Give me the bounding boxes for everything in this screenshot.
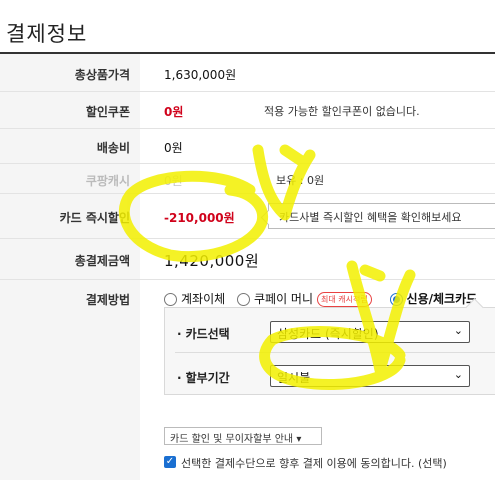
- agree-text: 선택한 결제수단으로 향후 결제 이용에 동의합니다. (선택): [181, 457, 447, 470]
- installment-dropdown[interactable]: 일시불 ⌄: [270, 365, 470, 387]
- card-discount-tooltip: 카드사별 즉시할인 혜택을 확인해보세요: [268, 203, 495, 229]
- shipping-value: 0원: [164, 141, 183, 155]
- coupon-note: 적용 가능한 할인쿠폰이 없습니다.: [264, 105, 420, 118]
- chevron-down-icon: ⌄: [453, 324, 463, 337]
- card-select-value: 삼성카드 (즉시할인): [277, 327, 379, 341]
- row-card-discount: 카드 즉시할인 -210,000원 카드사별 즉시할인 혜택을 확인해보세요: [0, 194, 495, 239]
- total-payment-label: 총결제금액: [0, 239, 140, 279]
- radio-credit-card[interactable]: [389, 293, 403, 306]
- discount-coupon-value: 0원: [164, 105, 184, 119]
- card-select-dropdown[interactable]: 삼성카드 (즉시할인) ⌄: [270, 321, 470, 343]
- discount-coupon-label: 할인쿠폰: [0, 92, 140, 128]
- total-price-label: 총상품가격: [0, 54, 140, 91]
- card-select-label: 카드선택: [177, 325, 230, 342]
- row-total-price: 총상품가격 1,630,000원: [0, 54, 495, 92]
- installment-label: 할부기간: [177, 369, 230, 386]
- card-discount-label: 카드 즉시할인: [0, 194, 140, 238]
- option-coupay-money[interactable]: 쿠페이 머니 최대 캐시적립: [237, 290, 378, 307]
- row-discount-coupon: 할인쿠폰 0원 적용 가능한 할인쿠폰이 없습니다.: [0, 92, 495, 129]
- option-bank-transfer[interactable]: 계좌이체: [164, 290, 225, 307]
- radio-bank-transfer[interactable]: [164, 293, 177, 306]
- agree-checkbox[interactable]: ✓: [164, 456, 176, 468]
- row-payment-method: 결제방법 계좌이체 쿠페이 머니최대 캐시적립 신용/체크카드 카드선택 삼성카…: [0, 280, 495, 480]
- coupang-cash-value: 0원: [164, 174, 183, 188]
- row-total-payment: 총결제금액 1,420,000원: [0, 239, 495, 280]
- triangle-down-icon: ▾: [296, 434, 302, 445]
- installment-value: 일시불: [277, 371, 311, 385]
- cash-reward-badge: 최대 캐시적립: [317, 292, 372, 307]
- coupang-cash-label: 쿠팡캐시: [0, 164, 140, 193]
- panel-divider: [175, 352, 495, 353]
- row-coupang-cash: 쿠팡캐시 0원 보유 : 0원: [0, 164, 495, 194]
- coupang-cash-balance: 보유 : 0원: [276, 174, 325, 187]
- payment-info-table: 총상품가격 1,630,000원 할인쿠폰 0원 적용 가능한 할인쿠폰이 없습…: [0, 54, 495, 480]
- option-credit-card[interactable]: 신용/체크카드: [389, 290, 477, 307]
- payment-method-label: 결제방법: [0, 280, 140, 480]
- payment-method-options: 계좌이체 쿠페이 머니 최대 캐시적립 신용/체크카드: [164, 290, 485, 307]
- total-payment-value: 1,420,000원: [164, 252, 260, 270]
- discount-guide-dropdown[interactable]: 카드 할인 및 무이자할부 안내 ▾: [164, 427, 322, 445]
- row-shipping: 배송비 0원: [0, 129, 495, 164]
- card-options-panel: 카드선택 삼성카드 (즉시할인) ⌄ 할부기간 일시불 ⌄: [164, 307, 495, 395]
- chevron-down-icon: ⌄: [453, 368, 463, 381]
- radio-coupay-money[interactable]: [237, 293, 250, 306]
- card-discount-value: -210,000원: [164, 211, 235, 225]
- total-price-value: 1,630,000원: [164, 68, 237, 82]
- shipping-label: 배송비: [0, 129, 140, 163]
- page-title: 결제정보: [6, 22, 88, 46]
